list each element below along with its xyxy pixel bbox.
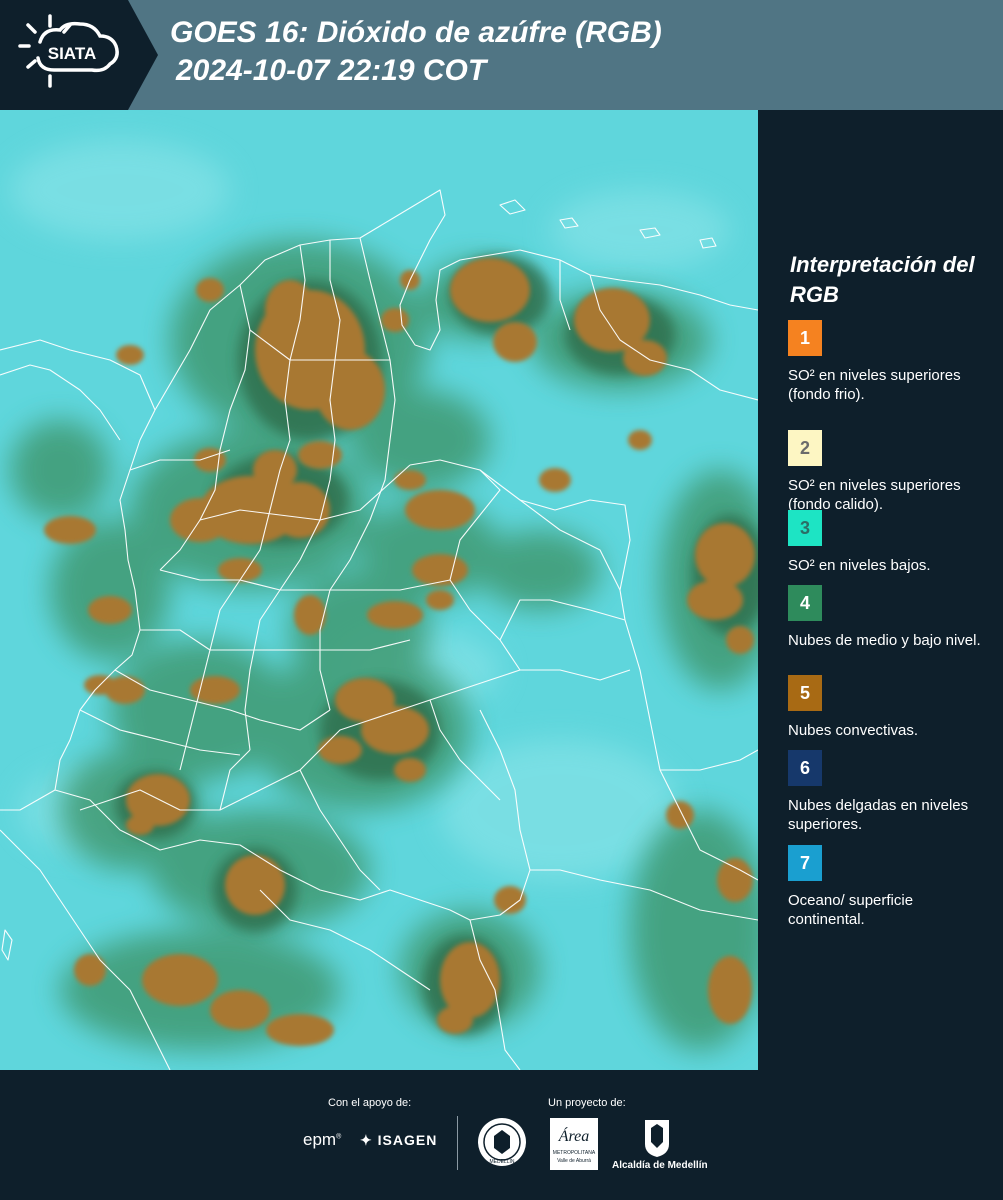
legend-swatch: 7 (788, 845, 822, 881)
siata-logo-text: SIATA (48, 44, 96, 63)
area-logo-name: Área (558, 1128, 590, 1145)
legend-item-3: 3 SO² en niveles bajos. (788, 510, 988, 575)
epm-logo: epm® (303, 1130, 342, 1149)
isagen-logo-text: ISAGEN (377, 1132, 438, 1148)
legend-label: SO² en niveles superiores (fondo frio). (788, 367, 961, 403)
legend-label: Oceano/ superficie continental. (788, 892, 914, 928)
satellite-map-image (0, 110, 758, 1070)
legend-item-7: 7 Oceano/ superficie continental. (788, 845, 988, 929)
legend-label: SO² en niveles superiores (fondo calido)… (788, 477, 961, 513)
medellin-seal-text: MEDELLÍN (489, 1158, 514, 1165)
legend-title: Interpretación del RGB (790, 252, 975, 307)
alcaldia-crest-icon (645, 1120, 669, 1157)
legend-swatch: 6 (788, 750, 822, 786)
title-line-2: 2024-10-07 22:19 COT (176, 54, 487, 87)
legend-swatch: 2 (788, 430, 822, 466)
footer: Con el apoyo de: Un proyecto de: epm® ✦ … (0, 1070, 1003, 1200)
area-metropolitana-logo: Área METROPOLITANA Valle de Aburrá (550, 1118, 598, 1170)
legend-item-4: 4 Nubes de medio y bajo nivel. (788, 585, 988, 650)
siata-logo: SIATA (18, 14, 119, 88)
support-caption: Con el apoyo de: (328, 1097, 412, 1109)
legend-swatch: 1 (788, 320, 822, 356)
legend-label: Nubes de medio y bajo nivel. (788, 632, 981, 649)
medellin-seal-icon: MEDELLÍN (478, 1118, 526, 1166)
project-caption: Un proyecto de: (548, 1097, 626, 1109)
title-line-1: GOES 16: Dióxido de azúfre (RGB) (170, 16, 662, 49)
legend-swatch: 5 (788, 675, 822, 711)
page-title: GOES 16: Dióxido de azúfre (RGB) 2024-10-… (170, 14, 662, 90)
legend-label: Nubes delgadas en niveles superiores. (788, 797, 969, 833)
legend-item-2: 2 SO² en niveles superiores (fondo calido… (788, 430, 988, 514)
rgb-legend: Interpretación del RGB 1 SO² en niveles s… (760, 110, 1003, 1070)
legend-label: SO² en niveles bajos. (788, 557, 931, 574)
isagen-mark-icon: ✦ (360, 1132, 373, 1148)
header-bar: SIATA GOES 16: Dióxido de azúfre (RGB) 20… (0, 0, 1003, 110)
legend-label: Nubes convectivas. (788, 722, 919, 739)
legend-swatch: 3 (788, 510, 822, 546)
isagen-logo: ✦ ISAGEN (360, 1132, 437, 1149)
legend-swatch: 4 (788, 585, 822, 621)
logo-chevron (128, 0, 158, 110)
legend-item-6: 6 Nubes delgadas en niveles superiores. (788, 750, 988, 834)
footer-divider (457, 1116, 458, 1170)
satellite-map (0, 110, 758, 1070)
epm-logo-text: epm (303, 1130, 337, 1149)
legend-item-5: 5 Nubes convectivas. (788, 675, 988, 740)
legend-item-1: 1 SO² en niveles superiores (fondo frio). (788, 320, 988, 404)
area-logo-sub2: Valle de Aburrá (557, 1158, 591, 1164)
area-logo-sub1: METROPOLITANA (552, 1150, 596, 1156)
alcaldia-logo-text: Alcaldía de Medellín (612, 1160, 708, 1171)
